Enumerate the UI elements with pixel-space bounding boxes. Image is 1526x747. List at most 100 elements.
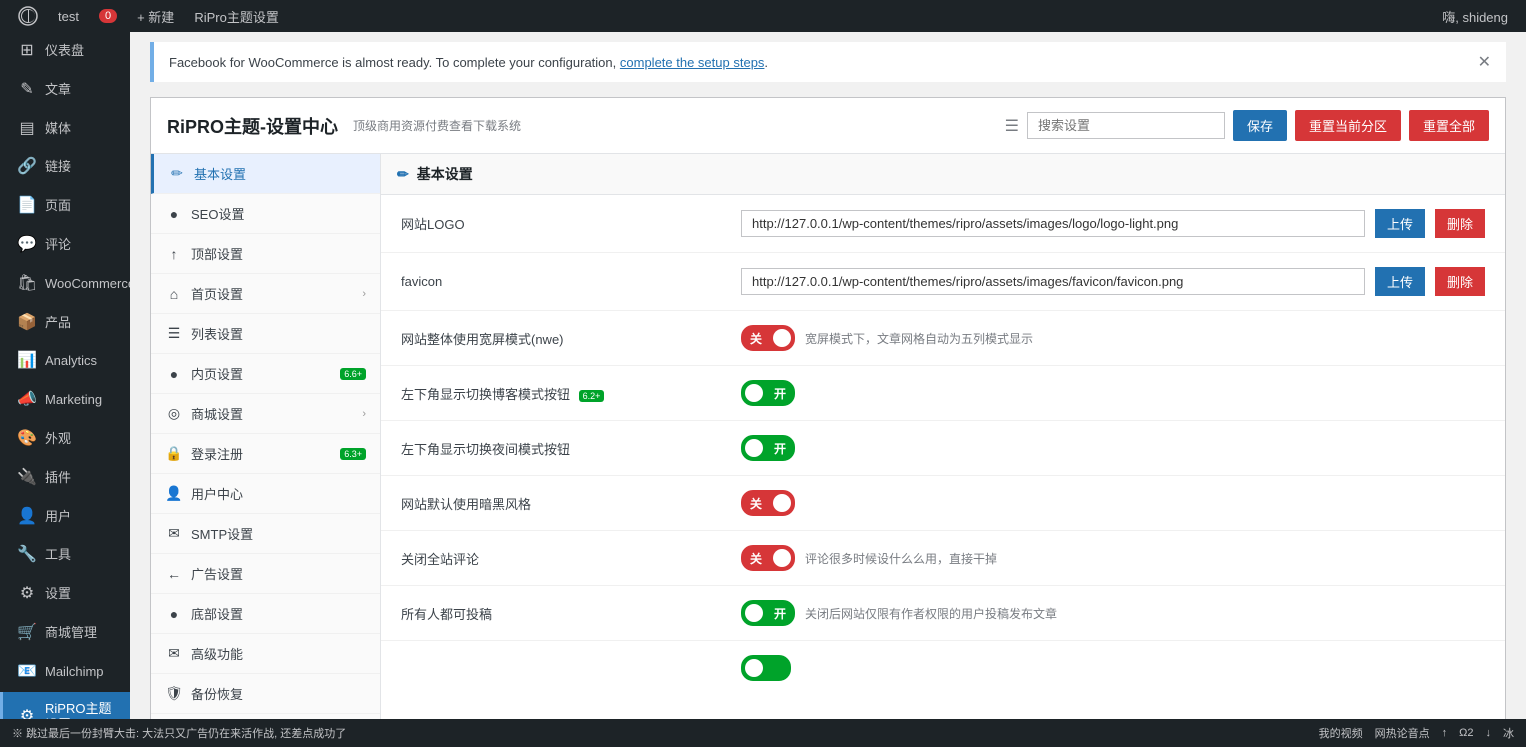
sidebar-label-settings: 设置 xyxy=(45,586,120,603)
save-button[interactable]: 保存 xyxy=(1233,110,1287,141)
sidebar-label-users: 用户 xyxy=(45,509,120,526)
sidebar-label-appearance: 外观 xyxy=(45,431,120,448)
sidebar-item-posts[interactable]: ✎ 文章 xyxy=(0,71,130,110)
close-comment-control: 关 评论很多时候设什么么用，直接干掉 xyxy=(741,545,1485,571)
sidebar-item-dashboard[interactable]: ⊞ 仪表盘 xyxy=(0,32,130,71)
settings-nav-header[interactable]: ↑ 顶部设置 xyxy=(151,234,380,274)
greeting-text: 嗨, shideng xyxy=(1432,7,1518,26)
comment-badge: 0 xyxy=(99,9,117,23)
logo-delete-button[interactable]: 删除 xyxy=(1435,209,1485,238)
extra-control xyxy=(741,655,1485,681)
settings-nav-seo[interactable]: ● SEO设置 xyxy=(151,194,380,234)
sidebar-item-products[interactable]: 📦 产品 xyxy=(0,304,130,343)
sidebar-item-ripro[interactable]: ⚙ RiPRO主题设置 xyxy=(0,692,130,719)
sidebar-item-shopmanage[interactable]: 🛒 商城管理 xyxy=(0,614,130,653)
products-icon: 📦 xyxy=(17,313,37,334)
favicon-delete-button[interactable]: 删除 xyxy=(1435,267,1485,296)
favicon-input[interactable] xyxy=(741,268,1365,295)
status-bar: ※ 跳过最后一份封臂大击: 大法只又广告仍在来活作战, 还差点成功了 我的视频 … xyxy=(0,719,1526,747)
nav-backup-icon: 🛡 xyxy=(165,685,183,702)
night-mode-toggle[interactable]: 开 xyxy=(741,435,795,461)
logo-upload-button[interactable]: 上传 xyxy=(1375,209,1425,238)
comment-badge-button[interactable]: 0 xyxy=(89,0,127,32)
settings-nav-inner[interactable]: ● 内页设置 6.6+ xyxy=(151,354,380,394)
blog-mode-toggle[interactable]: 开 xyxy=(741,380,795,406)
sidebar-label-marketing: Marketing xyxy=(45,392,120,409)
favicon-upload-button[interactable]: 上传 xyxy=(1375,267,1425,296)
plugins-icon: 🔌 xyxy=(17,468,37,489)
settings-nav-home[interactable]: ⌂ 首页设置 › xyxy=(151,274,380,314)
settings-nav-shop[interactable]: ◎ 商城设置 › xyxy=(151,394,380,434)
setting-row-close-comment: 关闭全站评论 关 评论很多时候设什么么用，直接干掉 xyxy=(381,531,1505,586)
contribute-toggle[interactable]: 开 xyxy=(741,600,795,626)
settings-nav-smtp[interactable]: ✉ SMTP设置 xyxy=(151,514,380,554)
night-mode-control: 开 xyxy=(741,435,1485,461)
posts-icon: ✎ xyxy=(17,80,37,101)
sidebar-label-products: 产品 xyxy=(45,315,120,332)
notice-close-button[interactable]: ✕ xyxy=(1478,52,1491,72)
nav-smtp-icon: ✉ xyxy=(165,525,183,542)
settings-nav-advanced[interactable]: ✉ 高级功能 xyxy=(151,634,380,674)
sidebar-item-media[interactable]: ▤ 媒体 xyxy=(0,110,130,149)
reset-all-button[interactable]: 重置全部 xyxy=(1409,110,1489,141)
sidebar-item-woocommerce[interactable]: 🛍 WooCommerce xyxy=(0,265,130,304)
wp-logo-button[interactable] xyxy=(8,0,48,32)
nav-shop-icon: ◎ xyxy=(165,405,183,422)
settings-nav-basic[interactable]: ✏ 基本设置 xyxy=(151,154,380,194)
nav-footer-icon: ● xyxy=(165,606,183,622)
sidebar-label-posts: 文章 xyxy=(45,82,120,99)
settings-nav-ucenter[interactable]: 👤 用户中心 xyxy=(151,474,380,514)
nav-advanced-icon: ✉ xyxy=(165,645,183,662)
status-link-myvideo[interactable]: 我的视频 xyxy=(1319,725,1363,741)
logo-input[interactable] xyxy=(741,210,1365,237)
nav-ads-icon: ← xyxy=(165,566,183,582)
dark-theme-toggle-label: 关 xyxy=(742,495,770,512)
settings-nav-backup[interactable]: 🛡 备份恢复 xyxy=(151,674,380,714)
sidebar-item-analytics[interactable]: 📊 Analytics xyxy=(0,342,130,381)
site-name-button[interactable]: test xyxy=(48,0,89,32)
settings-nav-list[interactable]: ☰ 列表设置 xyxy=(151,314,380,354)
tools-icon: 🔧 xyxy=(17,545,37,566)
status-link-up[interactable]: ↑ xyxy=(1442,727,1448,739)
night-mode-toggle-thumb xyxy=(745,439,763,457)
sidebar-item-appearance[interactable]: 🎨 外观 xyxy=(0,420,130,459)
nav-ucenter-icon: 👤 xyxy=(165,485,183,502)
sidebar-item-plugins[interactable]: 🔌 插件 xyxy=(0,459,130,498)
settings-body: ✏ 基本设置 ● SEO设置 ↑ 顶部设置 ⌂ 首页设置 › xyxy=(151,154,1505,719)
extra-toggle[interactable] xyxy=(741,655,791,681)
login-nav-badge: 6.3+ xyxy=(340,448,366,460)
status-link-ice[interactable]: 冰 xyxy=(1503,725,1514,741)
sidebar-item-pages[interactable]: 📄 页面 xyxy=(0,187,130,226)
widescreen-toggle[interactable]: 关 xyxy=(741,325,795,351)
blog-mode-toggle-label: 开 xyxy=(766,385,794,402)
list-icon[interactable]: ☰ xyxy=(1005,116,1019,136)
notice-bar: Facebook for WooCommerce is almost ready… xyxy=(150,42,1506,82)
status-link-omega[interactable]: Ω2 xyxy=(1459,727,1473,739)
sidebar-item-comments[interactable]: 💬 评论 xyxy=(0,226,130,265)
settings-search-input[interactable] xyxy=(1027,112,1225,139)
sidebar-item-marketing[interactable]: 📣 Marketing xyxy=(0,381,130,420)
sidebar-item-links[interactable]: 🔗 链接 xyxy=(0,148,130,187)
new-post-button[interactable]: + 新建 xyxy=(127,0,184,32)
theme-settings-button[interactable]: RiPro主题设置 xyxy=(184,0,289,32)
settings-nav-login[interactable]: 🔒 登录注册 6.3+ xyxy=(151,434,380,474)
sidebar-item-tools[interactable]: 🔧 工具 xyxy=(0,536,130,575)
contribute-toggle-thumb xyxy=(745,604,763,622)
dark-theme-toggle[interactable]: 关 xyxy=(741,490,795,516)
notice-link[interactable]: complete the setup steps xyxy=(620,55,765,70)
settings-nav-ads[interactable]: ← 广告设置 xyxy=(151,554,380,594)
sidebar-label-shopmanage: 商城管理 xyxy=(45,625,120,642)
logo-control: 上传 删除 xyxy=(741,209,1485,238)
reset-section-button[interactable]: 重置当前分区 xyxy=(1295,110,1401,141)
settings-header: RiPRO主题-设置中心 顶级商用资源付费查看下载系统 ☰ 保存 重置当前分区 … xyxy=(151,98,1505,154)
sidebar-item-mailchimp[interactable]: 📧 Mailchimp xyxy=(0,653,130,692)
settings-nav: ✏ 基本设置 ● SEO设置 ↑ 顶部设置 ⌂ 首页设置 › xyxy=(151,154,381,719)
sidebar-item-settings[interactable]: ⚙ 设置 xyxy=(0,575,130,614)
status-link-down[interactable]: ↓ xyxy=(1486,727,1492,739)
sidebar-item-users[interactable]: 👤 用户 xyxy=(0,498,130,537)
section-heading: ✏ 基本设置 xyxy=(381,154,1505,195)
close-comment-toggle[interactable]: 关 xyxy=(741,545,795,571)
status-link-network[interactable]: 网热论音点 xyxy=(1375,725,1430,741)
close-comment-desc: 评论很多时候设什么么用，直接干掉 xyxy=(805,550,997,567)
settings-nav-footer[interactable]: ● 底部设置 xyxy=(151,594,380,634)
